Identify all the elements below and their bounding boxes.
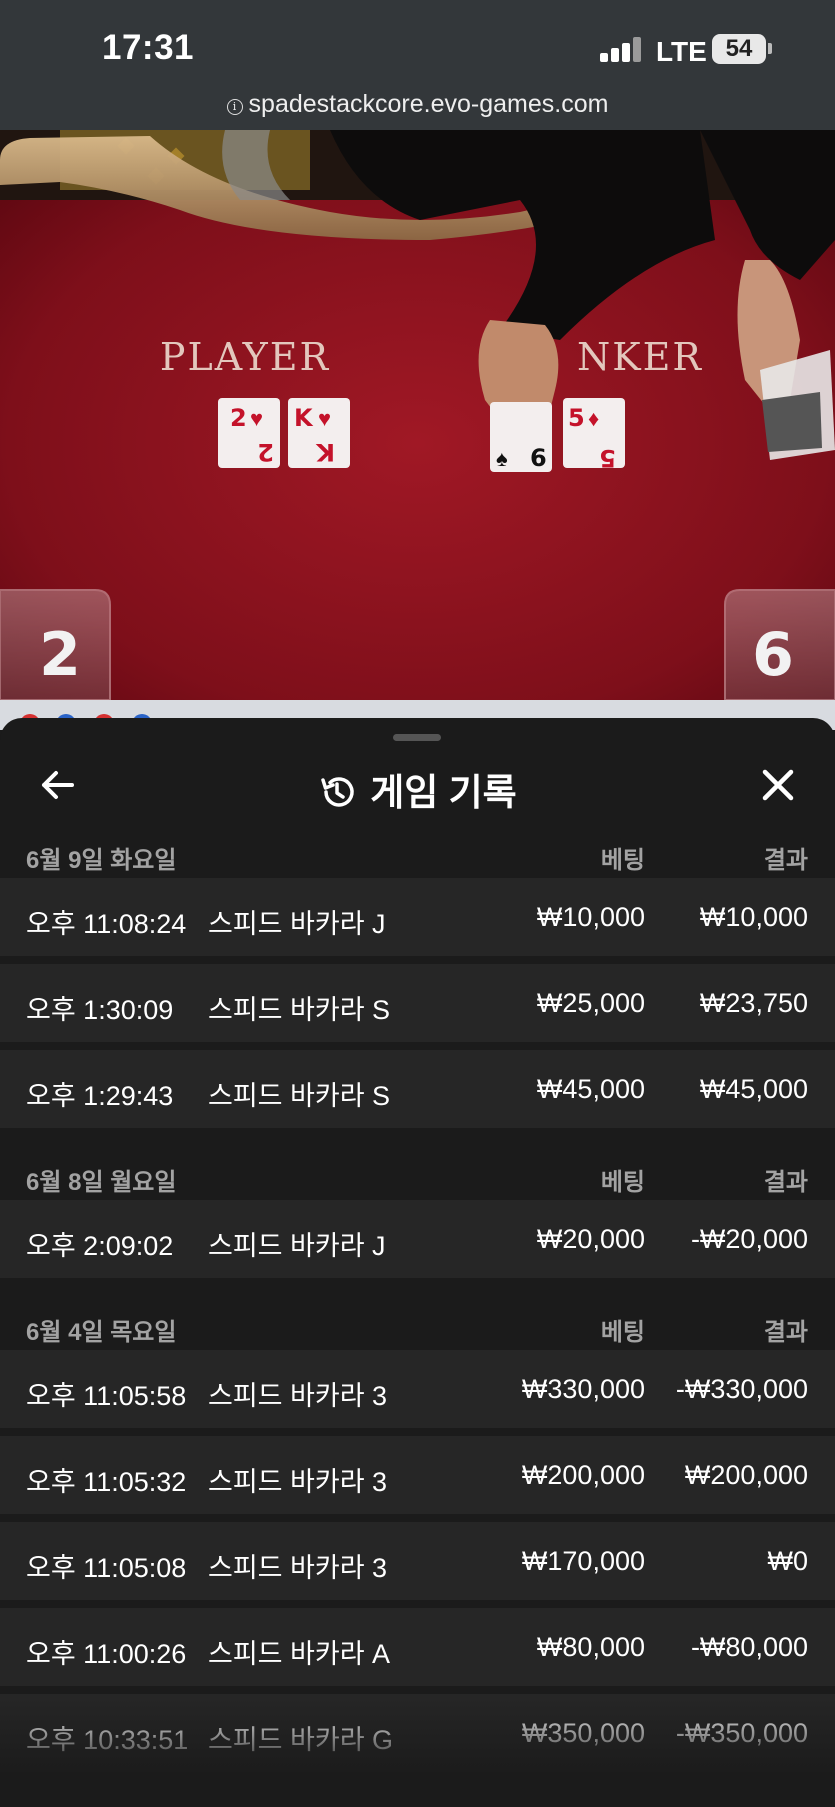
battery-icon: 54 [712,34,766,64]
row-result: ₩200,000 [684,1460,808,1490]
row-game: 스피드 바카라 S [208,1081,391,1111]
row-bet: ₩20,000 [536,1224,645,1254]
row-time: 오후 2:09:02 [26,1231,174,1261]
row-time: 오후 11:00:26 [26,1639,187,1669]
row-result: -₩80,000 [690,1632,808,1662]
result-column-header: 결과 [763,1319,808,1346]
row-bet: ₩10,000 [536,902,645,932]
row-result: -₩20,000 [690,1224,808,1254]
svg-text:♥: ♥ [318,406,331,431]
group-date: 6월 8일 월요일 [26,1169,177,1196]
row-bet: ₩80,000 [536,1632,645,1662]
history-list[interactable]: 6월 9일 화요일 베팅 결과 오후 11:08:24 스피드 바카라 J ₩1… [0,826,835,1780]
row-time: 오후 10:33:51 [26,1725,189,1755]
row-game: 스피드 바카라 J [208,1231,386,1261]
row-result: ₩45,000 [699,1074,808,1104]
row-result: ₩10,000 [699,902,808,932]
battery-tip [768,43,772,54]
row-bet: ₩330,000 [521,1374,645,1404]
bet-column-header: 베팅 [600,847,645,874]
row-game: 스피드 바카라 A [208,1639,391,1669]
history-row[interactable]: 오후 2:09:02 스피드 바카라 J ₩20,000 -₩20,000 [0,1200,835,1278]
row-result: ₩0 [767,1546,809,1576]
banker-score: 6 [752,620,794,690]
banker-area-label: NKER [577,335,703,379]
svg-text:K: K [315,438,335,466]
history-row[interactable]: 오후 10:33:51 스피드 바카라 G ₩350,000 -₩350,000 [0,1694,835,1772]
row-bet: ₩200,000 [521,1460,645,1490]
baccarat-table-image: PLAYER NKER 2 ♥ 2 K ♥ K 6 ♠ 5 ♦ 5 2 6 [0,130,835,700]
row-time: 오후 1:29:43 [26,1081,174,1111]
url-bar[interactable]: i spadestackcore.evo-games.com [0,90,835,119]
row-time: 오후 11:05:08 [26,1553,187,1583]
date-group-header: 6월 9일 화요일 베팅 결과 [0,826,835,878]
player-area-label: PLAYER [160,335,330,379]
history-row[interactable]: 오후 1:30:09 스피드 바카라 S ₩25,000 ₩23,750 [0,964,835,1042]
history-row[interactable]: 오후 11:05:08 스피드 바카라 3 ₩170,000 ₩0 [0,1522,835,1600]
row-result: ₩23,750 [699,988,808,1018]
history-row[interactable]: 오후 11:00:26 스피드 바카라 A ₩80,000 -₩80,000 [0,1608,835,1686]
svg-text:♦: ♦ [588,406,599,431]
row-time: 오후 11:05:58 [26,1381,187,1411]
group-date: 6월 9일 화요일 [26,847,177,874]
player-score: 2 [39,620,81,690]
row-game: 스피드 바카라 G [208,1725,394,1755]
sheet-title: 게임 기록 [0,762,835,816]
svg-text:2: 2 [230,404,247,432]
row-result: -₩350,000 [675,1718,808,1748]
history-row[interactable]: 오후 1:29:43 스피드 바카라 S ₩45,000 ₩45,000 [0,1050,835,1128]
close-button[interactable] [756,763,800,807]
date-group-header: 6월 8일 월요일 베팅 결과 [0,1148,835,1200]
row-time: 오후 1:30:09 [26,995,174,1025]
row-game: 스피드 바카라 3 [208,1553,388,1583]
svg-text:♥: ♥ [250,406,263,431]
network-type: LTE [656,36,707,67]
svg-text:6: 6 [530,444,547,472]
result-column-header: 결과 [763,847,808,874]
status-bar: 17:31 LTE 54 i spadestackcore.evo-games.c… [0,0,835,130]
row-result: -₩330,000 [675,1374,808,1404]
signal-icon [600,36,644,62]
game-history-sheet: 게임 기록 6월 9일 화요일 베팅 결과 오후 11:08:24 스피드 바카… [0,718,835,1807]
history-row[interactable]: 오후 11:05:58 스피드 바카라 3 ₩330,000 -₩330,000 [0,1350,835,1428]
svg-text:2: 2 [257,438,274,466]
row-bet: ₩25,000 [536,988,645,1018]
sheet-title-text: 게임 기록 [370,772,517,813]
row-time: 오후 11:05:32 [26,1467,187,1497]
group-date: 6월 4일 목요일 [26,1319,177,1346]
info-icon: i [226,99,243,115]
history-icon [321,777,354,807]
bet-column-header: 베팅 [600,1319,645,1346]
status-time: 17:31 [102,28,195,67]
svg-text:5: 5 [599,444,616,472]
row-bet: ₩170,000 [521,1546,645,1576]
svg-text:K: K [294,404,314,432]
row-game: 스피드 바카라 S [208,995,391,1025]
row-game: 스피드 바카라 3 [208,1467,388,1497]
svg-text:5: 5 [568,404,585,432]
row-time: 오후 11:08:24 [26,909,187,939]
live-video[interactable]: PLAYER NKER 2 ♥ 2 K ♥ K 6 ♠ 5 ♦ 5 2 6 [0,130,835,700]
svg-text:♠: ♠ [496,446,508,471]
close-icon [762,769,794,801]
sheet-drag-handle[interactable] [393,734,441,741]
row-game: 스피드 바카라 J [208,909,386,939]
row-game: 스피드 바카라 3 [208,1381,388,1411]
date-group-header: 6월 4일 목요일 베팅 결과 [0,1298,835,1350]
bet-column-header: 베팅 [600,1169,645,1196]
result-column-header: 결과 [763,1169,808,1196]
history-row[interactable]: 오후 11:05:32 스피드 바카라 3 ₩200,000 ₩200,000 [0,1436,835,1514]
history-row[interactable]: 오후 11:08:24 스피드 바카라 J ₩10,000 ₩10,000 [0,878,835,956]
row-bet: ₩350,000 [521,1718,645,1748]
row-bet: ₩45,000 [536,1074,645,1104]
url-text: spadestackcore.evo-games.com [248,90,609,118]
